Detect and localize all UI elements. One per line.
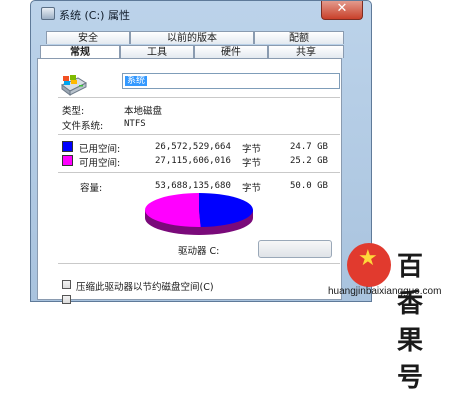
- watermark-brand: 百香果号: [397, 252, 425, 393]
- star-icon: ★: [358, 246, 378, 271]
- tab-previous-versions[interactable]: 以前的版本: [130, 31, 254, 44]
- divider: [58, 263, 340, 264]
- capacity-label: 容量:: [80, 183, 103, 194]
- free-space-bytes: 27,115,606,016: [155, 156, 231, 166]
- watermark-url: huangjinbaixiangguo.com: [328, 286, 442, 297]
- divider: [58, 134, 340, 135]
- volume-name-input[interactable]: 系统: [122, 73, 340, 89]
- free-space-size: 25.2 GB: [290, 156, 328, 166]
- filesystem-label: 文件系统:: [62, 121, 104, 132]
- title-bar[interactable]: 系统 (C:) 属性 ✕: [31, 1, 371, 27]
- divider: [58, 97, 340, 98]
- compress-drive-label: 压缩此驱动器以节约磁盘空间(C): [76, 282, 214, 293]
- used-space-size: 24.7 GB: [290, 142, 328, 152]
- tab-quota[interactable]: 配额: [254, 31, 344, 44]
- disk-cleanup-button[interactable]: [258, 240, 332, 258]
- compress-drive-checkbox[interactable]: [62, 280, 71, 289]
- filesystem-value: NTFS: [124, 119, 146, 129]
- drive-label: 驱动器 C:: [178, 246, 220, 257]
- drive-small-icon: [41, 7, 55, 20]
- disk-usage-pie: [144, 193, 253, 235]
- tab-security[interactable]: 安全: [46, 31, 130, 44]
- free-space-swatch: [62, 155, 73, 166]
- tab-sharing[interactable]: 共享: [268, 45, 344, 58]
- volume-name-selected-text: 系统: [125, 76, 148, 86]
- divider: [58, 172, 340, 173]
- free-space-unit: 字节: [242, 158, 262, 169]
- tab-tools[interactable]: 工具: [120, 45, 194, 58]
- capacity-size: 50.0 GB: [290, 181, 328, 191]
- used-space-bytes: 26,572,529,664: [155, 142, 231, 152]
- tab-general[interactable]: 常规: [40, 45, 120, 59]
- tab-hardware[interactable]: 硬件: [194, 45, 268, 58]
- used-space-swatch: [62, 141, 73, 152]
- type-label: 类型:: [62, 106, 85, 117]
- close-button[interactable]: ✕: [321, 1, 363, 20]
- capacity-bytes: 53,688,135,680: [155, 181, 231, 191]
- window-title: 系统 (C:) 属性: [59, 9, 130, 22]
- used-space-label: 已用空间:: [79, 144, 121, 155]
- used-space-unit: 字节: [242, 144, 262, 155]
- type-value: 本地磁盘: [124, 106, 163, 117]
- hard-drive-icon: [61, 75, 88, 96]
- free-space-label: 可用空间:: [79, 158, 121, 169]
